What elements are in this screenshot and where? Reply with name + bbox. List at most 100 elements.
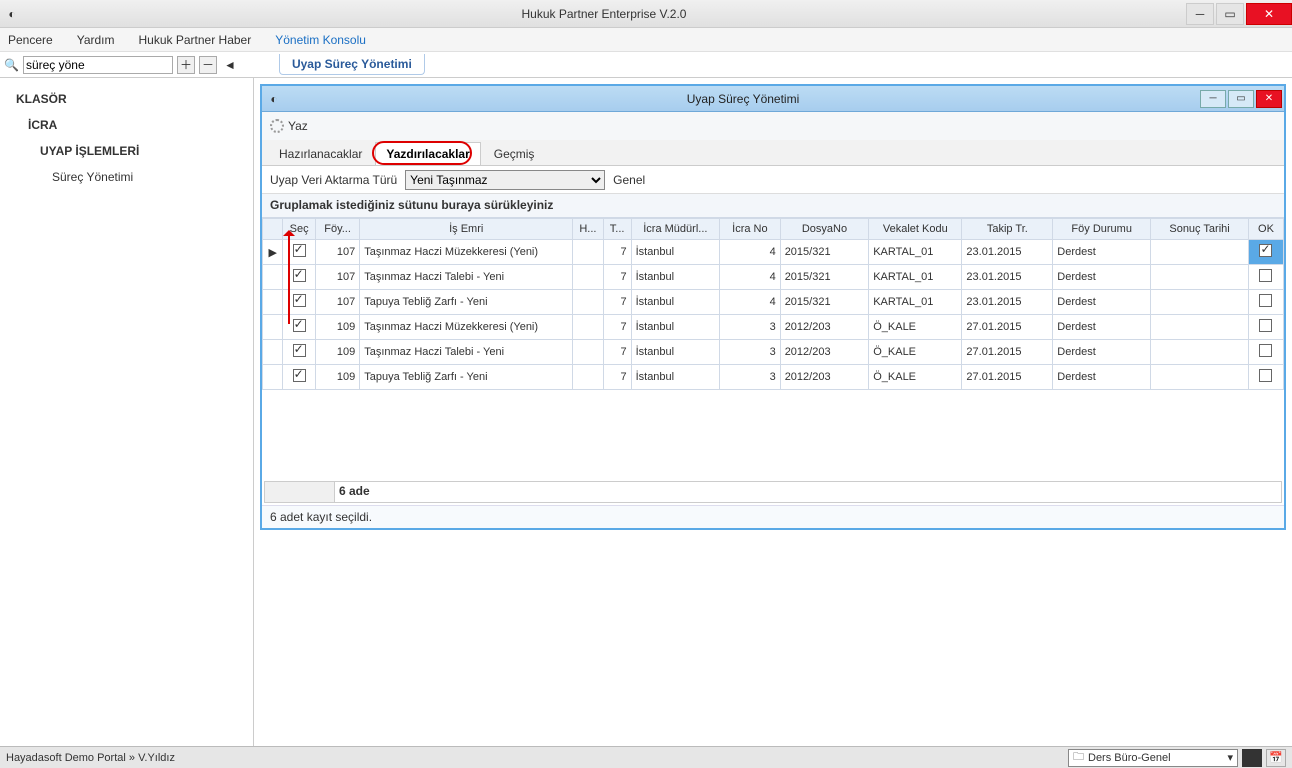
col-durum[interactable]: Föy Durumu [1053, 219, 1151, 240]
panel-maximize-button[interactable]: ▭ [1228, 90, 1254, 108]
checkbox-icon[interactable] [1259, 344, 1272, 357]
tab-yazdirilacaklar[interactable]: Yazdırılacaklar [375, 142, 480, 165]
cell-icrano: 3 [720, 315, 781, 340]
tab-yazdirilacaklar-label: Yazdırılacaklar [386, 147, 469, 161]
checkbox-icon[interactable] [1259, 319, 1272, 332]
cell-durum: Derdest [1053, 365, 1151, 390]
cell-dosya: 2015/321 [780, 265, 869, 290]
cell-sec[interactable] [283, 265, 316, 290]
menu-haber[interactable]: Hukuk Partner Haber [139, 33, 252, 47]
menu-konsol[interactable]: Yönetim Konsolu [275, 33, 366, 47]
menu-pencere[interactable]: Pencere [8, 33, 53, 47]
cell-sonuc [1151, 315, 1249, 340]
checkbox-icon[interactable] [1259, 369, 1272, 382]
cell-sec[interactable] [283, 290, 316, 315]
table-row[interactable]: ▶107Taşınmaz Haczi Müzekkeresi (Yeni)7İs… [263, 240, 1284, 265]
menu-yardim[interactable]: Yardım [77, 33, 115, 47]
table-row[interactable]: 109Taşınmaz Haczi Talebi - Yeni7İstanbul… [263, 340, 1284, 365]
table-row[interactable]: 109Taşınmaz Haczi Müzekkeresi (Yeni)7İst… [263, 315, 1284, 340]
col-icrano[interactable]: İcra No [720, 219, 781, 240]
chat-icon[interactable] [1242, 749, 1262, 767]
row-marker: ▶ [263, 240, 283, 265]
app-title: Hukuk Partner Enterprise V.2.0 [24, 7, 1184, 21]
checkbox-icon[interactable] [293, 344, 306, 357]
checkbox-icon[interactable] [293, 369, 306, 382]
table-row[interactable]: 109Tapuya Tebliğ Zarfı - Yeni7İstanbul32… [263, 365, 1284, 390]
filter-select[interactable]: Yeni Taşınmaz [405, 170, 605, 190]
cell-takip: 23.01.2015 [962, 265, 1053, 290]
col-foy[interactable]: Föy... [315, 219, 359, 240]
cell-vekalet: KARTAL_01 [869, 265, 962, 290]
checkbox-icon[interactable] [1259, 269, 1272, 282]
col-sec[interactable]: Seç [283, 219, 316, 240]
col-dosyano[interactable]: DosyaNo [780, 219, 869, 240]
col-isemri[interactable]: İş Emri [360, 219, 573, 240]
calendar-icon[interactable]: 📅 [1266, 749, 1286, 767]
checkbox-icon[interactable] [293, 269, 306, 282]
cell-ok[interactable] [1248, 290, 1283, 315]
checkbox-icon[interactable] [1259, 244, 1272, 257]
filter-row: Uyap Veri Aktarma Türü Yeni Taşınmaz Gen… [262, 166, 1284, 194]
cell-sec[interactable] [283, 315, 316, 340]
col-ok[interactable]: OK [1248, 219, 1283, 240]
checkbox-icon[interactable] [1259, 294, 1272, 307]
search-input[interactable] [23, 56, 173, 74]
col-mark[interactable] [263, 219, 283, 240]
panel-close-button[interactable]: ✕ [1256, 90, 1282, 108]
filter-genel-label: Genel [613, 173, 645, 187]
cell-ok[interactable] [1248, 265, 1283, 290]
col-vekalet[interactable]: Vekalet Kodu [869, 219, 962, 240]
cell-icrano: 4 [720, 290, 781, 315]
workspace-combo[interactable]: Ders Büro-Genel ▾ [1068, 749, 1238, 767]
cell-dosya: 2012/203 [780, 315, 869, 340]
minimize-button[interactable]: ─ [1186, 3, 1214, 25]
tabs: Hazırlanacaklar Yazdırılacaklar Geçmiş [262, 140, 1284, 166]
checkbox-icon[interactable] [293, 319, 306, 332]
cell-ok[interactable] [1248, 365, 1283, 390]
tab-hazirlanacaklar[interactable]: Hazırlanacaklar [268, 142, 373, 165]
grid[interactable]: Seç Föy... İş Emri H... T... İcra Müdürl… [262, 218, 1284, 479]
cell-sec[interactable] [283, 240, 316, 265]
print-button[interactable]: Yaz [270, 119, 308, 133]
group-hint[interactable]: Gruplamak istediğiniz sütunu buraya sürü… [262, 194, 1284, 218]
tab-gecmis[interactable]: Geçmiş [483, 142, 546, 165]
cell-ok[interactable] [1248, 340, 1283, 365]
cell-foy: 107 [315, 240, 359, 265]
cell-sonuc [1151, 340, 1249, 365]
cell-ok[interactable] [1248, 240, 1283, 265]
sidebar-klasor[interactable]: KLASÖR [4, 86, 249, 112]
col-h[interactable]: H... [573, 219, 603, 240]
cell-dosya: 2012/203 [780, 340, 869, 365]
checkbox-icon[interactable] [293, 294, 306, 307]
col-t[interactable]: T... [603, 219, 631, 240]
checkbox-icon[interactable] [293, 244, 306, 257]
cell-vekalet: Ö_KALE [869, 315, 962, 340]
cell-isemri: Taşınmaz Haczi Talebi - Yeni [360, 265, 573, 290]
maximize-button[interactable]: ▭ [1216, 3, 1244, 25]
header-row: Seç Föy... İş Emri H... T... İcra Müdürl… [263, 219, 1284, 240]
table-row[interactable]: 107Taşınmaz Haczi Talebi - Yeni7İstanbul… [263, 265, 1284, 290]
sidebar-surec[interactable]: Süreç Yönetimi [4, 164, 249, 190]
col-takip[interactable]: Takip Tr. [962, 219, 1053, 240]
sidebar: KLASÖR İCRA UYAP İŞLEMLERİ Süreç Yönetim… [0, 78, 254, 768]
cell-foy: 107 [315, 265, 359, 290]
add-button[interactable]: ＋ [177, 56, 195, 74]
cell-ok[interactable] [1248, 315, 1283, 340]
panel-status: 6 adet kayıt seçildi. [262, 505, 1284, 528]
back-button[interactable]: ◄ [221, 56, 239, 74]
sidebar-uyap[interactable]: UYAP İŞLEMLERİ [4, 138, 249, 164]
close-button[interactable]: ✕ [1246, 3, 1292, 25]
cell-sec[interactable] [283, 365, 316, 390]
table-row[interactable]: 107Tapuya Tebliğ Zarfı - Yeni7İstanbul42… [263, 290, 1284, 315]
chevron-down-icon: ▾ [1227, 751, 1233, 764]
grid-footer: 6 ade [264, 481, 1282, 503]
panel-minimize-button[interactable]: ─ [1200, 90, 1226, 108]
cell-h [573, 240, 603, 265]
cell-sonuc [1151, 240, 1249, 265]
cell-sec[interactable] [283, 340, 316, 365]
col-sonuc[interactable]: Sonuç Tarihi [1151, 219, 1249, 240]
document-tab[interactable]: Uyap Süreç Yönetimi [279, 54, 425, 75]
sidebar-icra[interactable]: İCRA [4, 112, 249, 138]
remove-button[interactable]: － [199, 56, 217, 74]
col-mud[interactable]: İcra Müdürl... [631, 219, 720, 240]
